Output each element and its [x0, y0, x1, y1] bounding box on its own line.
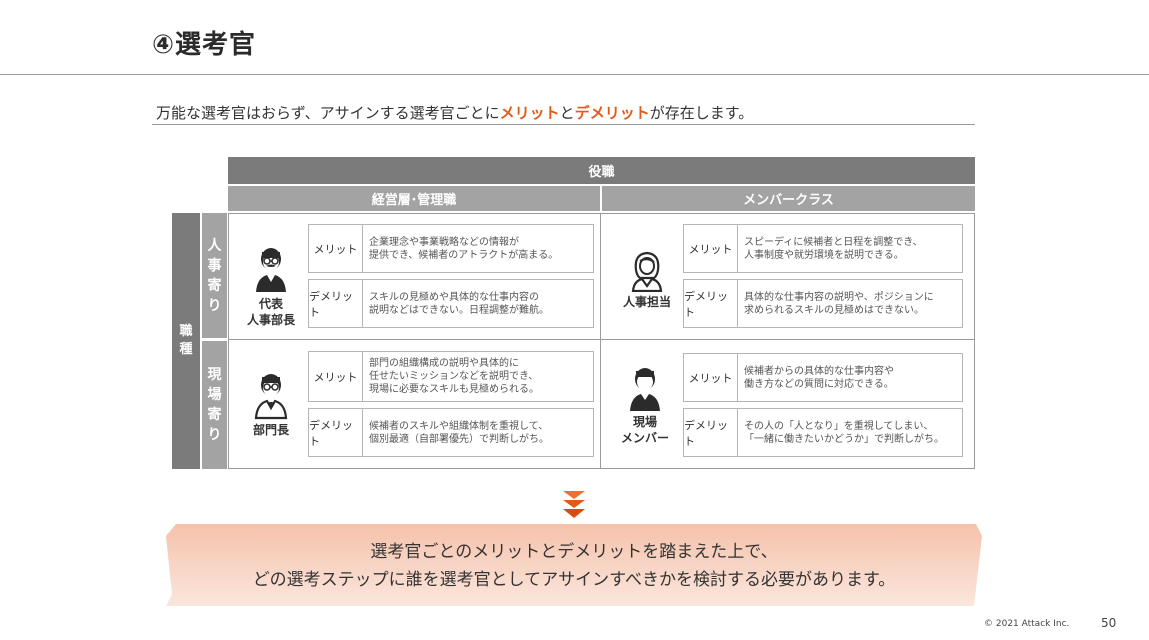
person-label: 代表 人事部長	[246, 297, 295, 327]
merit-label: メリット	[309, 352, 363, 401]
vertical-label-text: 職種	[179, 324, 193, 357]
conclusion-banner: 選考官ごとのメリットとデメリットを踏まえた上で、 どの選考ステップに誰を選考官とし…	[166, 524, 982, 606]
lead-sentence: 万能な選考官はおらず、アサインする選考官ごとにメリットとデメリットが存在します。	[156, 102, 753, 123]
businesswoman-icon	[631, 251, 663, 292]
merit-text: 部門の組織構成の説明や具体的に 任せたいミッションなどを説明でき、 現場に必要なスキ…	[369, 358, 539, 395]
person-ceo-hr-head: 代表 人事部長	[240, 244, 302, 328]
chevron-down-arrow-icon	[563, 491, 585, 518]
person-label: 部門長	[252, 423, 289, 437]
demerit-box: デメリット 具体的な仕事内容の説明や、ポジションに 求められるスキルの見極めはでき…	[683, 279, 963, 328]
row-header-hr: 人事寄り	[202, 213, 227, 338]
demerit-text: 具体的な仕事内容の説明や、ポジションに 求められるスキルの見極めはできない。	[744, 291, 934, 316]
lead-text-and: と	[559, 104, 575, 122]
person-field-member: 現場 メンバー	[612, 364, 678, 446]
merit-box: メリット 候補者からの具体的な仕事内容や 働き方などの質問に対応できる。	[683, 353, 963, 402]
matrix-vertical-divider	[600, 213, 601, 469]
lead-text-1: 万能な選考官はおらず、アサインする選考官ごとに	[156, 104, 500, 122]
lead-demerit-highlight: デメリット	[574, 104, 650, 122]
businessman-glasses-icon	[256, 248, 286, 292]
lead-merit-highlight: メリット	[499, 104, 560, 122]
conclusion-text: 選考官ごとのメリットとデメリットを踏まえた上で、 どの選考ステップに誰を選考官とし…	[252, 542, 896, 590]
merit-label: メリット	[309, 225, 363, 272]
manager-glasses-icon	[254, 374, 288, 420]
merit-label: メリット	[684, 354, 738, 401]
demerit-label: デメリット	[309, 280, 363, 327]
copyright: © 2021 Attack Inc.	[984, 619, 1070, 629]
merit-label: メリット	[684, 225, 738, 272]
merit-box: メリット 部門の組織構成の説明や具体的に 任せたいミッションなどを説明でき、 現場に…	[308, 351, 594, 402]
page-number: 50	[1101, 616, 1117, 630]
lead-underline	[152, 124, 975, 125]
column-header-member: メンバークラス	[602, 186, 975, 211]
column-header-management: 経営層･管理職	[228, 186, 600, 211]
person-department-head: 部門長	[240, 370, 302, 438]
column-group-header: 役職	[228, 157, 975, 184]
demerit-box: デメリット その人の「人となり」を重視してしまい、 「一緒に働きたいかどうか」で判…	[683, 408, 963, 457]
demerit-text: その人の「人となり」を重視してしまい、 「一緒に働きたいかどうか」で判断しがち。	[744, 420, 944, 445]
page-title: ④選考官	[152, 30, 257, 60]
demerit-box: デメリット 候補者のスキルや組織体制を重視して、 個別最適（自部署優先）で判断しが…	[308, 408, 594, 457]
merit-text: 候補者からの具体的な仕事内容や 働き方などの質問に対応できる。	[744, 365, 894, 390]
lead-text-2: が存在します。	[649, 104, 754, 122]
demerit-box: デメリット スキルの見極めや具体的な仕事内容の 説明などはできない。日程調整が難航…	[308, 279, 594, 328]
matrix-horizontal-divider	[228, 339, 975, 340]
merit-box: メリット スピーディに候補者と日程を調整でき、 人事制度や就労環境を説明できる。	[683, 224, 963, 273]
vertical-label-text: 現場寄り	[207, 367, 222, 443]
title-divider	[0, 74, 1149, 75]
person-hr-staff: 人事担当	[612, 248, 682, 310]
demerit-text: スキルの見極めや具体的な仕事内容の 説明などはできない。日程調整が難航。	[369, 291, 549, 316]
row-header-field: 現場寄り	[202, 341, 227, 469]
demerit-label: デメリット	[309, 409, 363, 456]
row-group-header: 職種	[172, 213, 200, 469]
person-label: 人事担当	[622, 295, 671, 309]
merit-text: 企業理念や事業戦略などの情報が 提供でき、候補者のアトラクトが高まる。	[369, 236, 559, 261]
merit-text: スピーディに候補者と日程を調整でき、 人事制度や就労環境を説明できる。	[744, 236, 923, 261]
demerit-label: デメリット	[684, 280, 738, 327]
person-label: 現場 メンバー	[620, 415, 669, 445]
demerit-text: 候補者のスキルや組織体制を重視して、 個別最適（自部署優先）で判断しがち。	[369, 420, 549, 445]
staff-member-icon	[630, 368, 660, 411]
merit-box: メリット 企業理念や事業戦略などの情報が 提供でき、候補者のアトラクトが高まる。	[308, 224, 594, 273]
vertical-label-text: 人事寄り	[207, 237, 222, 314]
demerit-label: デメリット	[684, 409, 738, 456]
